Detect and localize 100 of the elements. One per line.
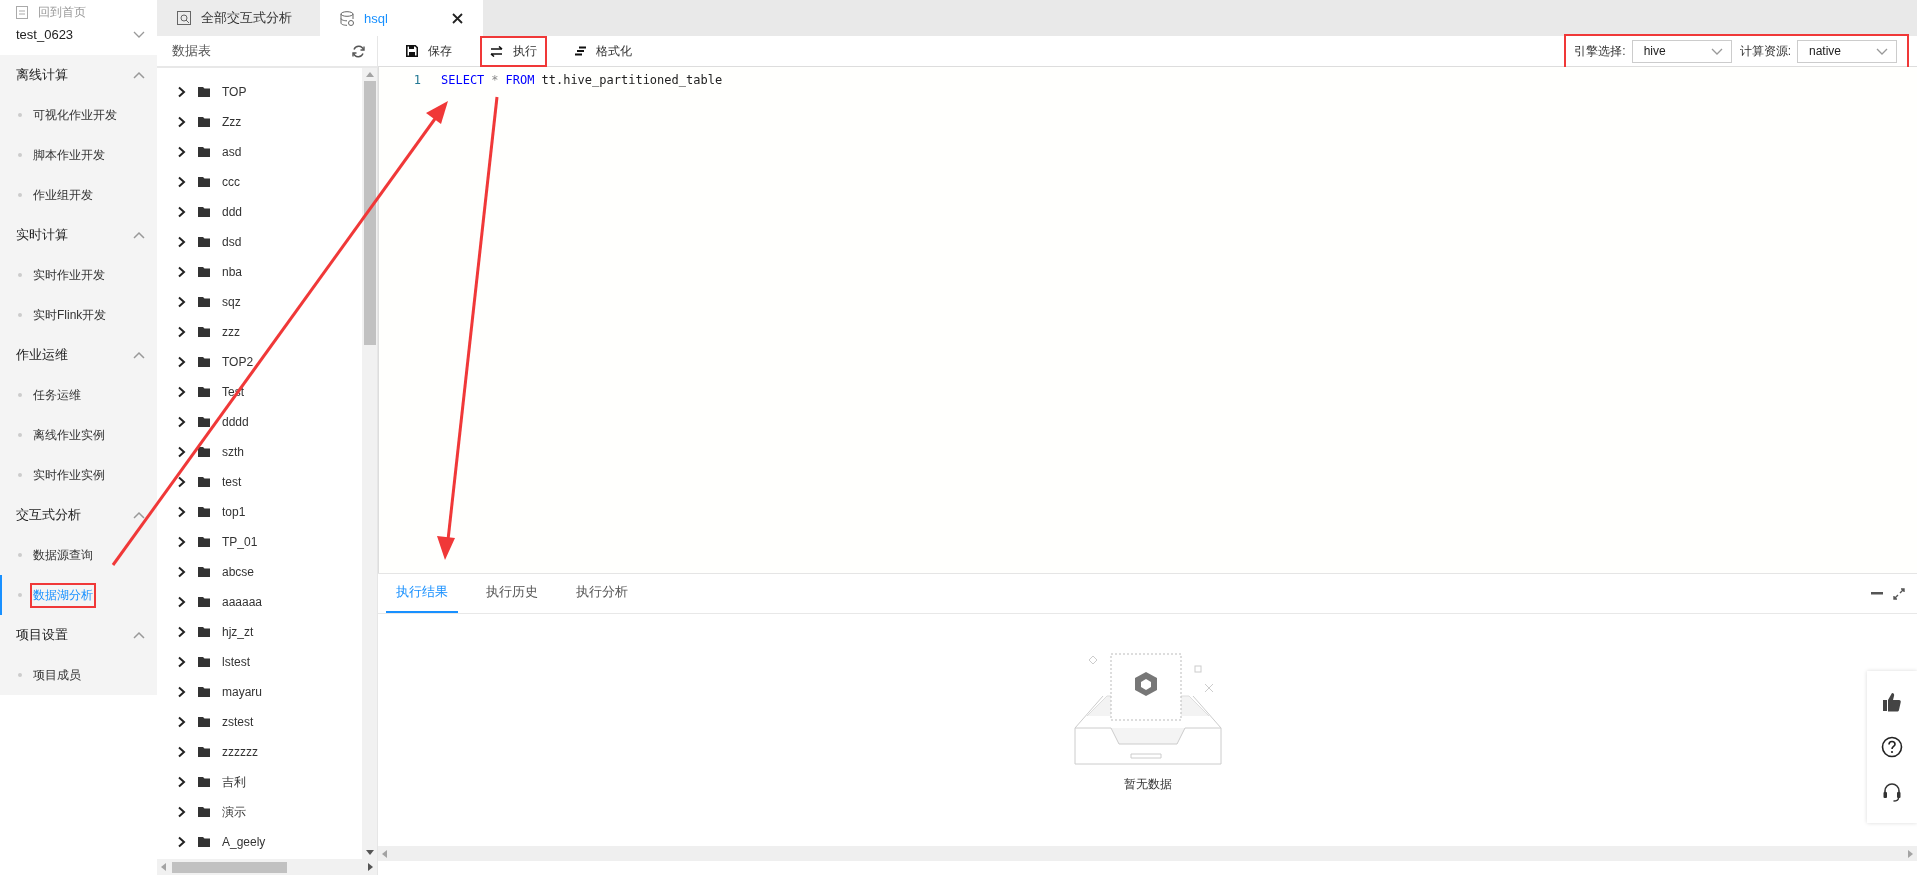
chevron-right-icon[interactable] (177, 326, 186, 338)
chevron-right-icon[interactable] (177, 536, 186, 548)
chevron-right-icon[interactable] (177, 626, 186, 638)
menu-item[interactable]: 项目成员 (32, 664, 82, 686)
table-name[interactable]: test (222, 475, 242, 489)
table-name[interactable]: TOP2 (222, 355, 254, 369)
chevron-right-icon[interactable] (177, 836, 186, 848)
folder-icon (198, 267, 210, 277)
chevron-right-icon[interactable] (177, 566, 186, 578)
menu-item[interactable]: 实时Flink开发 (32, 304, 108, 326)
refresh-icon[interactable] (352, 44, 365, 58)
vertical-scrollbar[interactable] (362, 68, 377, 859)
chevron-right-icon[interactable] (177, 446, 186, 458)
scroll-right-icon[interactable] (368, 863, 373, 871)
table-name[interactable]: szth (222, 445, 244, 459)
save-button[interactable]: 保存 (398, 37, 460, 65)
scrollbar-thumb[interactable] (363, 81, 376, 345)
engine-select[interactable]: hive (1631, 39, 1732, 63)
table-name[interactable]: zzzzzz (222, 745, 258, 759)
table-name[interactable]: zzz (222, 325, 240, 339)
chevron-right-icon[interactable] (177, 806, 186, 818)
menu-section-title[interactable]: 交互式分析 (16, 506, 81, 524)
minimize-icon[interactable] (1871, 592, 1883, 595)
collapse-icon[interactable] (133, 230, 145, 240)
table-name[interactable]: abcse (222, 565, 255, 579)
table-name[interactable]: aaaaaa (222, 595, 263, 609)
table-name[interactable]: nba (222, 265, 243, 279)
tab[interactable]: 执行分析 (566, 583, 638, 613)
menu-item[interactable]: 任务运维 (32, 384, 82, 406)
chevron-right-icon[interactable] (177, 116, 186, 128)
chevron-right-icon[interactable] (177, 596, 186, 608)
tab[interactable]: 执行历史 (476, 583, 548, 613)
chevron-right-icon[interactable] (177, 266, 186, 278)
chevron-right-icon[interactable] (177, 146, 186, 158)
table-name[interactable]: top1 (222, 505, 246, 519)
menu-item[interactable]: 作业组开发 (32, 184, 94, 206)
folder-icon (198, 717, 210, 727)
table-name[interactable]: TOP (222, 85, 247, 99)
folder-icon (198, 657, 210, 667)
folder-icon (198, 387, 210, 397)
collapse-icon[interactable] (133, 350, 145, 360)
chevron-right-icon[interactable] (177, 776, 186, 788)
menu-section-title[interactable]: 离线计算 (16, 66, 68, 84)
headset-icon[interactable] (1881, 781, 1903, 804)
format-button[interactable]: 格式化 (567, 37, 640, 65)
table-name[interactable]: 吉利 (222, 773, 246, 791)
chevron-right-icon[interactable] (177, 476, 186, 488)
table-name[interactable]: ddd (222, 205, 243, 219)
chevron-right-icon[interactable] (177, 686, 186, 698)
chevron-right-icon[interactable] (177, 656, 186, 668)
menu-item[interactable]: 可视化作业开发 (32, 104, 118, 126)
chevron-right-icon[interactable] (177, 746, 186, 758)
scroll-down-icon[interactable] (365, 850, 374, 855)
menu-section-title[interactable]: 项目设置 (16, 626, 68, 644)
thumbs-up-icon[interactable] (1881, 690, 1903, 713)
menu-item[interactable]: 脚本作业开发 (32, 144, 106, 166)
dropdown-caret-icon[interactable] (133, 30, 145, 39)
close-icon[interactable] (452, 12, 463, 24)
collapse-icon[interactable] (133, 510, 145, 520)
line-number: 1 (412, 73, 421, 87)
run-button[interactable]: 执行 (482, 37, 545, 65)
horizontal-scrollbar[interactable] (157, 859, 377, 875)
chevron-right-icon[interactable] (177, 356, 186, 368)
format-lines-icon (575, 46, 586, 56)
table-name[interactable]: TP_01 (222, 535, 258, 549)
help-icon[interactable] (1881, 736, 1903, 758)
table-name[interactable]: 演示 (222, 803, 246, 821)
menu-section-title[interactable]: 作业运维 (16, 346, 68, 364)
menu-item[interactable]: 实时作业开发 (32, 264, 106, 286)
chevron-right-icon[interactable] (177, 176, 186, 188)
folder-icon (198, 687, 210, 697)
scrollbar-thumb[interactable] (172, 861, 287, 873)
table-name[interactable]: Zzz (222, 115, 242, 129)
table-name[interactable]: A_geely (222, 835, 266, 849)
expand-icon[interactable] (1893, 587, 1905, 600)
collapse-icon[interactable] (133, 70, 145, 80)
menu-item[interactable]: 数据源查询 (32, 544, 94, 566)
table-name[interactable]: ccc (222, 175, 240, 189)
table-name[interactable]: zstest (222, 715, 254, 729)
chevron-right-icon[interactable] (177, 716, 186, 728)
table-name[interactable]: mayaru (222, 685, 262, 699)
chevron-right-icon[interactable] (177, 236, 186, 248)
chevron-right-icon[interactable] (177, 86, 186, 98)
table-name[interactable]: asd (222, 145, 242, 159)
bullet-icon (18, 273, 22, 277)
collapse-icon[interactable] (133, 630, 145, 640)
table-name[interactable]: sqz (222, 295, 241, 309)
chevron-right-icon[interactable] (177, 506, 186, 518)
menu-section-title[interactable]: 实时计算 (16, 226, 68, 244)
table-name[interactable]: dddd (222, 415, 249, 429)
table-name[interactable]: dsd (222, 235, 242, 249)
table-name[interactable]: lstest (222, 655, 250, 669)
chevron-right-icon[interactable] (177, 386, 186, 398)
chevron-right-icon[interactable] (177, 206, 186, 218)
resource-select[interactable]: native (1797, 39, 1897, 63)
chevron-right-icon[interactable] (177, 296, 186, 308)
menu-item[interactable]: 实时作业实例 (32, 464, 106, 486)
chevron-right-icon[interactable] (177, 416, 186, 428)
menu-item[interactable]: 离线作业实例 (32, 424, 106, 446)
table-name[interactable]: hjz_zt (222, 625, 254, 639)
